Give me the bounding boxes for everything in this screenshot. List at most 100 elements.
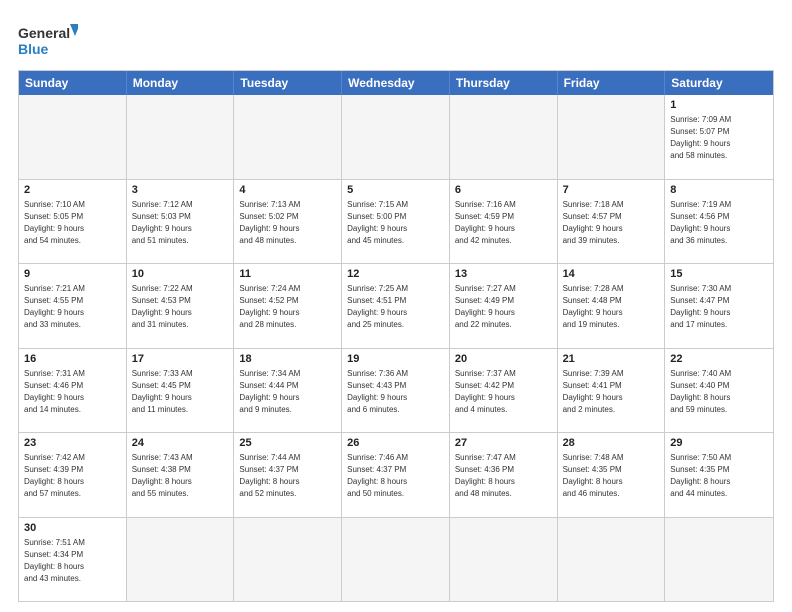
calendar-day-cell: 12 Sunrise: 7:25 AM Sunset: 4:51 PM Dayli… [342,264,450,348]
day-number: 17 [132,352,229,367]
calendar-day-cell: 14 Sunrise: 7:28 AM Sunset: 4:48 PM Dayli… [558,264,666,348]
day-info: Sunrise: 7:43 AM Sunset: 4:38 PM Dayligh… [132,453,193,498]
calendar-day-cell [127,518,235,602]
svg-text:Blue: Blue [18,41,49,57]
calendar-day-cell: 30Sunrise: 7:51 AM Sunset: 4:34 PM Dayli… [19,518,127,602]
calendar-day-cell: 1 Sunrise: 7:09 AM Sunset: 5:07 PM Daylig… [665,95,773,179]
day-info: Sunrise: 7:37 AM Sunset: 4:42 PM Dayligh… [455,369,516,414]
calendar-day-cell: 8 Sunrise: 7:19 AM Sunset: 4:56 PM Daylig… [665,180,773,264]
calendar-day-cell: 27 Sunrise: 7:47 AM Sunset: 4:36 PM Dayli… [450,433,558,517]
day-info: Sunrise: 7:24 AM Sunset: 4:52 PM Dayligh… [239,284,300,329]
day-info: Sunrise: 7:25 AM Sunset: 4:51 PM Dayligh… [347,284,408,329]
day-info: Sunrise: 7:21 AM Sunset: 4:55 PM Dayligh… [24,284,85,329]
day-info: Sunrise: 7:16 AM Sunset: 4:59 PM Dayligh… [455,200,516,245]
day-number: 8 [670,183,768,198]
calendar-day-cell: 6 Sunrise: 7:16 AM Sunset: 4:59 PM Daylig… [450,180,558,264]
calendar-body: 1 Sunrise: 7:09 AM Sunset: 5:07 PM Daylig… [19,95,773,601]
day-info: Sunrise: 7:48 AM Sunset: 4:35 PM Dayligh… [563,453,624,498]
calendar-day-cell [558,95,666,179]
header-day-monday: Monday [127,71,235,95]
calendar-day-cell [234,95,342,179]
calendar-day-cell: 16 Sunrise: 7:31 AM Sunset: 4:46 PM Dayli… [19,349,127,433]
day-number: 15 [670,267,768,282]
day-info: Sunrise: 7:13 AM Sunset: 5:02 PM Dayligh… [239,200,300,245]
day-info: Sunrise: 7:46 AM Sunset: 4:37 PM Dayligh… [347,453,408,498]
day-info: Sunrise: 7:31 AM Sunset: 4:46 PM Dayligh… [24,369,85,414]
day-info: Sunrise: 7:47 AM Sunset: 4:36 PM Dayligh… [455,453,516,498]
day-number: 13 [455,267,552,282]
day-number: 9 [24,267,121,282]
day-info: Sunrise: 7:40 AM Sunset: 4:40 PM Dayligh… [670,369,731,414]
day-info: Sunrise: 7:19 AM Sunset: 4:56 PM Dayligh… [670,200,731,245]
header-day-wednesday: Wednesday [342,71,450,95]
day-info: Sunrise: 7:18 AM Sunset: 4:57 PM Dayligh… [563,200,624,245]
calendar-day-cell: 20 Sunrise: 7:37 AM Sunset: 4:42 PM Dayli… [450,349,558,433]
header: General Blue [18,18,774,62]
day-info: Sunrise: 7:09 AM Sunset: 5:07 PM Dayligh… [670,115,731,160]
day-info: Sunrise: 7:44 AM Sunset: 4:37 PM Dayligh… [239,453,300,498]
header-day-friday: Friday [558,71,666,95]
day-number: 25 [239,436,336,451]
day-info: Sunrise: 7:51 AM Sunset: 4:34 PM Dayligh… [24,538,85,583]
day-number: 26 [347,436,444,451]
calendar: SundayMondayTuesdayWednesdayThursdayFrid… [18,70,774,602]
day-number: 10 [132,267,229,282]
calendar-day-cell: 19Sunrise: 7:36 AM Sunset: 4:43 PM Dayli… [342,349,450,433]
day-info: Sunrise: 7:36 AM Sunset: 4:43 PM Dayligh… [347,369,408,414]
calendar-day-cell: 24 Sunrise: 7:43 AM Sunset: 4:38 PM Dayli… [127,433,235,517]
calendar-day-cell: 7Sunrise: 7:18 AM Sunset: 4:57 PM Daylig… [558,180,666,264]
calendar-day-cell [127,95,235,179]
calendar-day-cell [450,518,558,602]
day-info: Sunrise: 7:34 AM Sunset: 4:44 PM Dayligh… [239,369,300,414]
day-number: 5 [347,183,444,198]
generalblue-logo-icon: General Blue [18,18,78,62]
calendar-day-cell: 5Sunrise: 7:15 AM Sunset: 5:00 PM Daylig… [342,180,450,264]
calendar-week-0: 1 Sunrise: 7:09 AM Sunset: 5:07 PM Daylig… [19,95,773,179]
day-number: 2 [24,183,121,198]
day-number: 27 [455,436,552,451]
day-info: Sunrise: 7:10 AM Sunset: 5:05 PM Dayligh… [24,200,85,245]
day-info: Sunrise: 7:28 AM Sunset: 4:48 PM Dayligh… [563,284,624,329]
day-info: Sunrise: 7:39 AM Sunset: 4:41 PM Dayligh… [563,369,624,414]
day-number: 16 [24,352,121,367]
day-number: 21 [563,352,660,367]
day-number: 6 [455,183,552,198]
day-info: Sunrise: 7:33 AM Sunset: 4:45 PM Dayligh… [132,369,193,414]
day-info: Sunrise: 7:30 AM Sunset: 4:47 PM Dayligh… [670,284,731,329]
day-number: 29 [670,436,768,451]
header-day-saturday: Saturday [665,71,773,95]
day-number: 22 [670,352,768,367]
day-number: 18 [239,352,336,367]
calendar-day-cell [19,95,127,179]
day-info: Sunrise: 7:42 AM Sunset: 4:39 PM Dayligh… [24,453,85,498]
day-number: 4 [239,183,336,198]
logo: General Blue [18,18,78,62]
header-day-sunday: Sunday [19,71,127,95]
calendar-week-4: 23 Sunrise: 7:42 AM Sunset: 4:39 PM Dayli… [19,432,773,517]
day-number: 20 [455,352,552,367]
calendar-day-cell: 29 Sunrise: 7:50 AM Sunset: 4:35 PM Dayli… [665,433,773,517]
calendar-week-5: 30Sunrise: 7:51 AM Sunset: 4:34 PM Dayli… [19,517,773,602]
day-number: 1 [670,98,768,113]
calendar-day-cell [665,518,773,602]
day-info: Sunrise: 7:50 AM Sunset: 4:35 PM Dayligh… [670,453,731,498]
calendar-day-cell: 13Sunrise: 7:27 AM Sunset: 4:49 PM Dayli… [450,264,558,348]
calendar-day-cell [342,518,450,602]
day-number: 12 [347,267,444,282]
calendar-week-1: 2 Sunrise: 7:10 AM Sunset: 5:05 PM Daylig… [19,179,773,264]
page: General Blue SundayMondayTuesdayWednesda… [0,0,792,612]
calendar-day-cell: 10Sunrise: 7:22 AM Sunset: 4:53 PM Dayli… [127,264,235,348]
day-number: 28 [563,436,660,451]
calendar-header-row: SundayMondayTuesdayWednesdayThursdayFrid… [19,71,773,95]
calendar-day-cell [342,95,450,179]
calendar-day-cell [558,518,666,602]
header-day-thursday: Thursday [450,71,558,95]
header-day-tuesday: Tuesday [234,71,342,95]
calendar-day-cell: 23 Sunrise: 7:42 AM Sunset: 4:39 PM Dayli… [19,433,127,517]
day-number: 23 [24,436,121,451]
calendar-day-cell: 17 Sunrise: 7:33 AM Sunset: 4:45 PM Dayli… [127,349,235,433]
day-number: 24 [132,436,229,451]
day-number: 14 [563,267,660,282]
svg-text:General: General [18,25,70,41]
calendar-day-cell: 21 Sunrise: 7:39 AM Sunset: 4:41 PM Dayli… [558,349,666,433]
